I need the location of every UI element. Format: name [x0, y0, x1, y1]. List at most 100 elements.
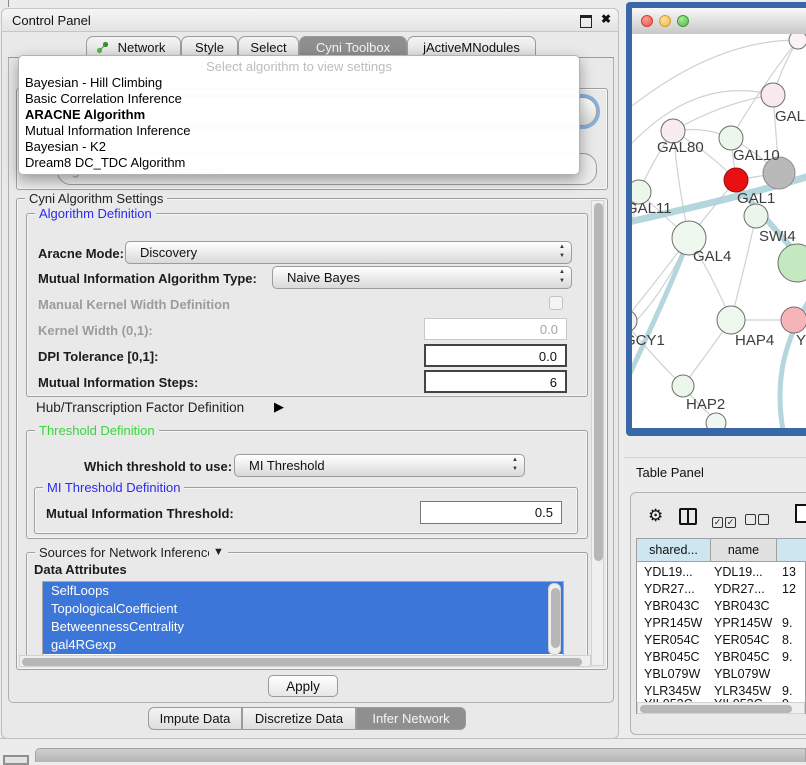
node-hap4[interactable]: [717, 306, 745, 334]
dropdown-item[interactable]: Basic Correlation Inference: [25, 91, 573, 107]
node-clipped-bottom[interactable]: [706, 413, 726, 428]
table-hscrollbar[interactable]: [637, 702, 805, 714]
attributes-scrollbar[interactable]: [548, 583, 561, 655]
node-gal1[interactable]: [724, 168, 748, 192]
node-label: HAP2: [686, 396, 725, 413]
column-header-clipped[interactable]: [776, 538, 806, 562]
bottom-divider: [0, 738, 806, 739]
network-window-titlebar[interactable]: [632, 8, 806, 35]
cell[interactable]: 8.: [782, 633, 792, 647]
control-panel-titlebar[interactable]: Control Panel ✖: [1, 8, 619, 32]
document-icon[interactable]: [795, 504, 806, 523]
dropdown-item-selected[interactable]: ARACNE Algorithm: [25, 107, 573, 123]
node-pink-right[interactable]: [781, 307, 806, 333]
table-panel-divider: [624, 457, 806, 458]
attribute-item[interactable]: SelfLoops: [43, 582, 563, 600]
node-hap2[interactable]: [672, 375, 694, 397]
node-label: GAL4: [693, 248, 731, 265]
node-clipped-top[interactable]: [789, 34, 806, 49]
close-panel-icon[interactable]: ✖: [601, 12, 611, 26]
node-label: Y: [796, 332, 806, 349]
attribute-item[interactable]: TopologicalCoefficient: [43, 600, 563, 618]
cell[interactable]: YPR145W: [644, 616, 702, 630]
which-threshold-combo[interactable]: MI Threshold ▲▼: [234, 454, 525, 477]
node-gcy1[interactable]: [632, 310, 637, 332]
cell[interactable]: YLR345W: [644, 684, 701, 698]
data-attributes-list[interactable]: SelfLoops TopologicalCoefficient Between…: [42, 581, 564, 657]
settings-hscrollbar-thumb[interactable]: [22, 658, 582, 666]
apply-button[interactable]: Apply: [268, 675, 338, 697]
attribute-item[interactable]: BetweennessCentrality: [43, 618, 563, 636]
cell[interactable]: YER054C: [644, 633, 700, 647]
manual-kernel-checkbox[interactable]: [549, 296, 563, 310]
stepper-arrows-icon: ▲▼: [512, 456, 518, 474]
which-threshold-label: Which threshold to use:: [84, 459, 232, 474]
node-label: GAL2: [775, 108, 806, 125]
cell[interactable]: 9.: [782, 684, 792, 698]
column-header-shared[interactable]: shared...: [636, 538, 711, 562]
settings-vscrollbar-thumb[interactable]: [594, 203, 603, 561]
checked-pair-icon[interactable]: ✓✓: [712, 512, 736, 530]
cell[interactable]: YER054C: [714, 633, 770, 647]
mi-threshold-label: Mutual Information Threshold:: [46, 506, 234, 521]
tab-discretize-data[interactable]: Discretize Data: [242, 707, 356, 730]
node-label: GAL10: [733, 147, 780, 164]
split-columns-icon[interactable]: [679, 508, 697, 525]
cell[interactable]: 9.: [782, 650, 792, 664]
attributes-scrollbar-thumb[interactable]: [551, 588, 560, 648]
cell[interactable]: YBR045C: [714, 650, 770, 664]
which-threshold-value: MI Threshold: [249, 458, 325, 473]
sources-expander-icon[interactable]: ▼: [209, 546, 228, 558]
aracne-mode-combo[interactable]: Discovery ▲▼: [125, 241, 572, 264]
algorithm-dropdown: Select algorithm to view settings Bayesi…: [18, 55, 580, 175]
cell[interactable]: YBR043C: [714, 599, 770, 613]
cell[interactable]: YBL079W: [714, 667, 770, 681]
cell[interactable]: 9.: [782, 616, 792, 630]
dropdown-item[interactable]: Mutual Information Inference: [25, 123, 573, 139]
unchecked-pair-icon[interactable]: [745, 512, 769, 530]
dropdown-item[interactable]: Bayesian - K2: [25, 139, 573, 155]
tab-style-label: Style: [195, 40, 224, 55]
cell[interactable]: YBR045C: [644, 650, 700, 664]
cell[interactable]: YBL079W: [644, 667, 700, 681]
cell[interactable]: YBR043C: [644, 599, 700, 613]
cell[interactable]: YDL19...: [714, 565, 763, 579]
mi-type-combo[interactable]: Naive Bayes ▲▼: [272, 266, 572, 289]
kernel-width-field[interactable]: 0.0: [424, 318, 567, 340]
network-canvas[interactable]: GAL2 GAL80 GAL10 GAL1 GAL11 SWI4 GAL4 GC…: [632, 34, 806, 428]
cell[interactable]: 12: [782, 582, 796, 596]
dropdown-item[interactable]: Bayesian - Hill Climbing: [25, 75, 573, 91]
tab-discretize-data-label: Discretize Data: [255, 711, 343, 726]
mi-threshold-title: MI Threshold Definition: [43, 480, 184, 495]
cell[interactable]: YPR145W: [714, 616, 772, 630]
dropdown-item[interactable]: Dream8 DC_TDC Algorithm: [25, 155, 573, 171]
close-traffic-light-icon[interactable]: [641, 15, 653, 27]
minimize-traffic-light-icon[interactable]: [659, 15, 671, 27]
column-header-name[interactable]: name: [710, 538, 777, 562]
mi-steps-field[interactable]: 6: [424, 370, 567, 393]
hub-expander-icon[interactable]: ▶: [274, 399, 284, 415]
cell[interactable]: YDL19...: [644, 565, 693, 579]
table-hscrollbar-thumb[interactable]: [640, 705, 792, 713]
checked-box-icon: ✓: [712, 517, 723, 528]
dpi-tolerance-field[interactable]: 0.0: [424, 344, 567, 367]
zoom-traffic-light-icon[interactable]: [677, 15, 689, 27]
attribute-item[interactable]: gal4RGexp: [43, 636, 563, 654]
float-panel-icon[interactable]: [580, 15, 592, 28]
minimized-panel-icon[interactable]: [3, 755, 29, 765]
cell[interactable]: 13: [782, 565, 796, 579]
cell[interactable]: YLR345W: [714, 684, 771, 698]
cell[interactable]: YDR27...: [714, 582, 765, 596]
node-swi4[interactable]: [744, 204, 768, 228]
settings-vscrollbar[interactable]: [591, 200, 604, 666]
tab-infer-network[interactable]: Infer Network: [356, 707, 466, 730]
tab-impute-data[interactable]: Impute Data: [148, 707, 242, 730]
aracne-mode-value: Discovery: [140, 245, 197, 260]
minimized-bottom-bar[interactable]: [35, 748, 806, 762]
cell[interactable]: YDR27...: [644, 582, 695, 596]
settings-hscrollbar[interactable]: [19, 655, 591, 667]
gear-icon[interactable]: ⚙: [648, 506, 663, 526]
mi-threshold-field[interactable]: 0.5: [420, 501, 562, 524]
node-big-green[interactable]: [778, 244, 806, 282]
node-gal2[interactable]: [761, 83, 785, 107]
